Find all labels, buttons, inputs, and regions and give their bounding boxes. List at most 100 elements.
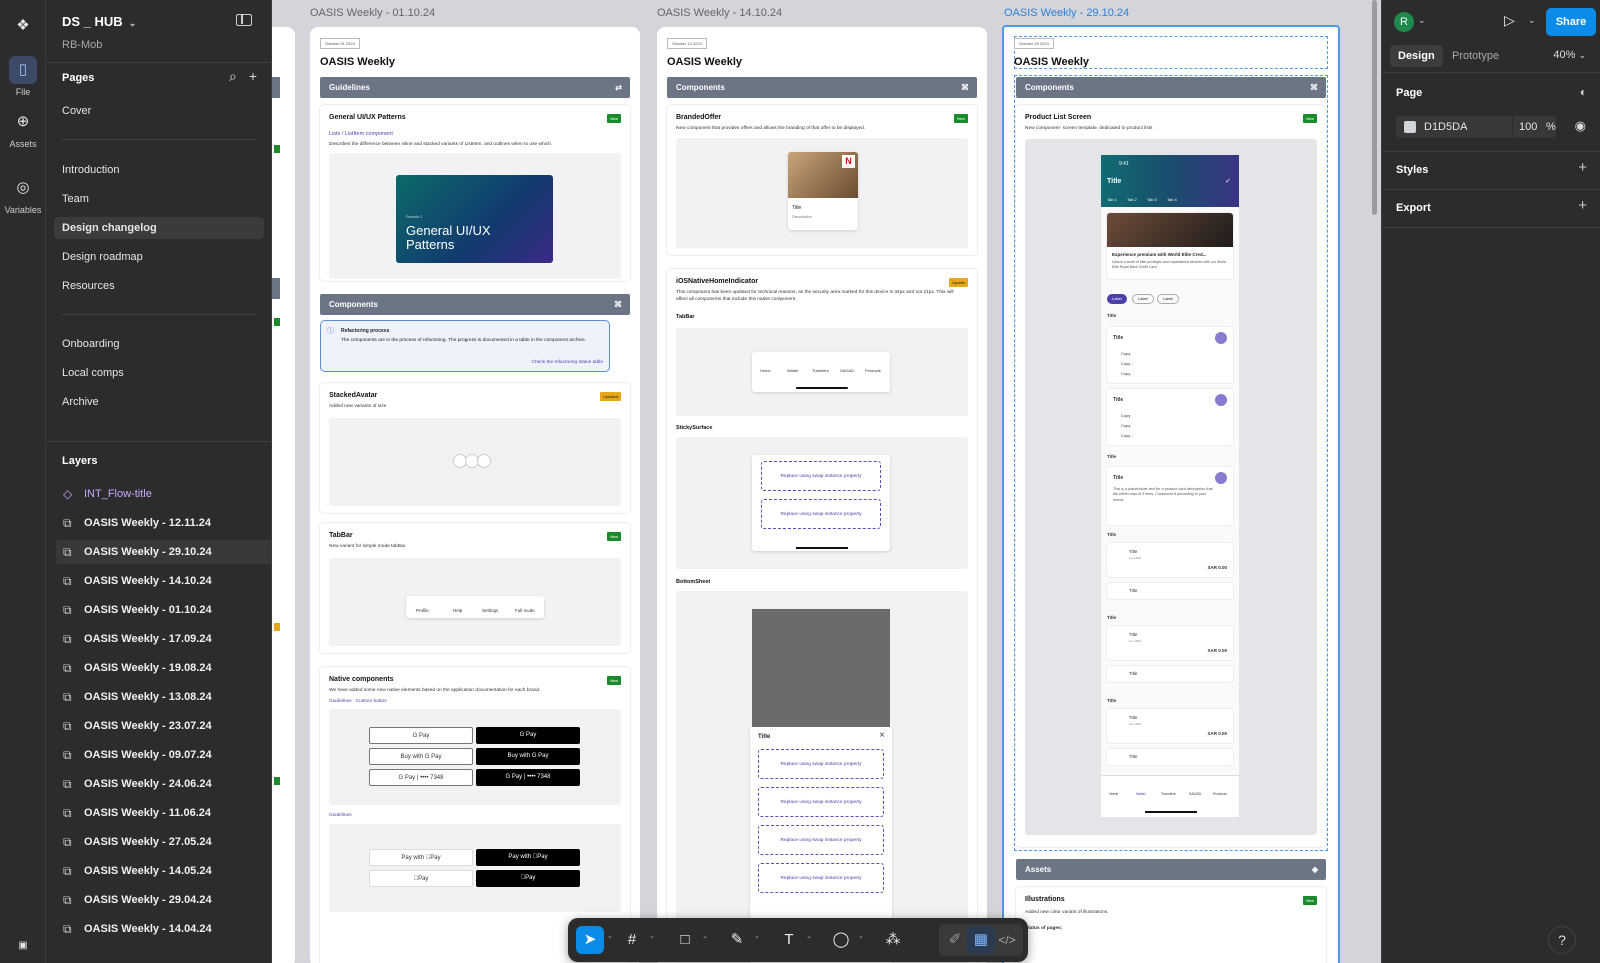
add-style-icon[interactable]: + [1578, 159, 1587, 176]
bottom-toolbar: ➤ ⌄ # ⌄ □ ⌄ ✎ ⌄ T ⌄ ◯ ⌄ ⁂ ✐ ▦ </> [568, 918, 1028, 962]
chevron-down-icon[interactable]: ⌄ [1418, 15, 1426, 26]
add-export-icon[interactable]: + [1578, 197, 1587, 214]
present-icon[interactable]: ▷ [1504, 12, 1515, 29]
comment-tool-icon[interactable]: ◯ [827, 926, 855, 954]
vertical-scrollbar[interactable] [1372, 0, 1377, 215]
card-link[interactable]: Lists / ListItem component [329, 131, 619, 139]
account-amount: SAR 0.00 [1207, 731, 1227, 736]
layer-item[interactable]: ⧉ OASIS Weekly - 14.10.24 [56, 569, 271, 593]
rail-file-button[interactable]: ▯ File [0, 56, 46, 97]
chevron-down-icon[interactable]: ⌄ [702, 932, 708, 940]
frame-title[interactable]: OASIS Weekly - 14.10.24 [657, 7, 782, 19]
page-item-introduction[interactable]: Introduction [54, 159, 264, 181]
account-amount: SAR 0.00 [1207, 565, 1227, 570]
styles-icon[interactable]: ◐ [1580, 85, 1587, 99]
frame-title[interactable]: OASIS Weekly - 01.10.24 [310, 7, 435, 19]
frame-title-selected[interactable]: OASIS Weekly - 29.10.24 [1004, 7, 1129, 19]
file-name-button[interactable]: DS _ HUB ⌄ [62, 14, 136, 29]
color-swatch[interactable] [1404, 121, 1416, 133]
phone-preview: 9:41 Title ✓ Tab 1 Tab 2 Tab 3 Tab 4 Exp… [1025, 139, 1317, 835]
chevron-down-icon[interactable]: ⌄ [1528, 15, 1536, 26]
tab-prototype[interactable]: Prototype [1444, 45, 1507, 67]
layer-item[interactable]: ⧉ OASIS Weekly - 13.08.24 [56, 685, 271, 709]
chevron-down-icon[interactable]: ⌄ [858, 932, 864, 940]
fill-hex[interactable]: D1D5DA [1424, 116, 1467, 138]
applepay-button: Pay with Pay [369, 849, 473, 866]
fill-opacity[interactable]: 100 [1512, 116, 1537, 138]
layer-item[interactable]: ⧉ OASIS Weekly - 19.08.24 [56, 656, 271, 680]
frame-oasis-14-10-24[interactable]: October 14 2024 OASIS Weekly Components ⌘… [657, 27, 987, 963]
native-tabbar: Home Wallet Transfers SADAD Products [752, 352, 890, 392]
section-title: Title [1107, 615, 1117, 620]
page-item-cover[interactable]: Cover [54, 100, 264, 122]
chevron-down-icon[interactable]: ⌄ [607, 932, 613, 940]
layer-item[interactable]: ⧉ OASIS Weekly - 29.04.24 [56, 888, 271, 912]
actions-tool-icon[interactable]: ⁂ [879, 926, 907, 954]
draw-mode-icon[interactable]: ✐ [941, 926, 969, 954]
tab-design[interactable]: Design [1390, 45, 1443, 67]
layer-item[interactable]: ⧉ OASIS Weekly - 24.06.24 [56, 772, 271, 796]
page-item-local-comps[interactable]: Local comps [54, 362, 264, 384]
layer-item[interactable]: ⧉ OASIS Weekly - 23.07.24 [56, 714, 271, 738]
layer-item[interactable]: ⧉ OASIS Weekly - 09.07.24 [56, 743, 271, 767]
layer-item[interactable]: ⧉ OASIS Weekly - 17.09.24 [56, 627, 271, 651]
page-item-archive[interactable]: Archive [54, 391, 264, 413]
layer-item[interactable]: ⧉ OASIS Weekly - 12.11.24 [56, 511, 271, 535]
link-custom-button[interactable]: Custom button [356, 699, 387, 704]
info-link[interactable]: Check the refactoring status table [532, 360, 603, 365]
page-item-team[interactable]: Team [54, 188, 264, 210]
zoom-menu[interactable]: 40% ⌄ [1553, 49, 1586, 61]
layer-item-selected[interactable]: ⧉ OASIS Weekly - 29.10.24 [56, 540, 271, 564]
card-desc: New component- screen template, dedicate… [1025, 126, 1153, 131]
eye-icon[interactable]: ◉ [1575, 118, 1586, 134]
page-fill-field[interactable]: D1D5DA 100 % [1396, 116, 1556, 138]
divider [46, 62, 271, 63]
chevron-down-icon[interactable]: ⌄ [649, 932, 655, 940]
tab-label: Profile [416, 608, 429, 613]
layer-item[interactable]: ⧉ OASIS Weekly - 14.04.24 [56, 917, 271, 941]
rectangle-tool-icon[interactable]: □ [671, 926, 699, 954]
layer-item[interactable]: ⧉ OASIS Weekly - 11.06.24 [56, 801, 271, 825]
rail-ai-button[interactable]: ▣ [0, 932, 46, 963]
canvas[interactable]: OASIS Weekly - 01.10.24 October 01 2024 … [272, 0, 1381, 963]
layer-item[interactable]: ⧉ OASIS Weekly - 01.10.24 [56, 598, 271, 622]
cover-small: Formula 3 [406, 215, 422, 219]
layer-item[interactable]: ⧉ OASIS Weekly - 27.05.24 [56, 830, 271, 854]
page-item-resources[interactable]: Resources [54, 275, 264, 297]
link-guidelines-2[interactable]: Guidelines [329, 813, 619, 820]
design-mode-icon[interactable]: ▦ [967, 926, 995, 954]
page-item-design-changelog[interactable]: Design changelog [54, 217, 264, 239]
help-button[interactable]: ? [1548, 926, 1576, 954]
phone-screen: 9:41 Title ✓ Tab 1 Tab 2 Tab 3 Tab 4 Exp… [1101, 155, 1239, 817]
pen-tool-icon[interactable]: ✎ [723, 926, 751, 954]
dev-mode-icon[interactable]: </> [993, 926, 1021, 954]
share-button[interactable]: Share [1546, 8, 1596, 36]
sticky-title: StickySurface [676, 425, 713, 431]
toggle-sidebar-icon[interactable] [236, 14, 252, 26]
chevron-down-icon[interactable]: ⌄ [806, 932, 812, 940]
link-guidelines[interactable]: Guidelines [329, 699, 352, 704]
text-tool-icon[interactable]: T [775, 926, 803, 954]
chevron-down-icon[interactable]: ⌄ [754, 932, 760, 940]
page-item-design-roadmap[interactable]: Design roadmap [54, 246, 264, 268]
search-icon[interactable]: ⌕ [229, 68, 237, 84]
partial-frame[interactable] [272, 27, 295, 963]
card-links: Guidelines Custom button [329, 699, 619, 706]
export-section: Export + [1382, 190, 1600, 228]
close-icon[interactable]: × [879, 730, 885, 741]
frame-tool-icon[interactable]: # [618, 926, 646, 954]
page-item-onboarding[interactable]: Onboarding [54, 333, 264, 355]
layer-item[interactable]: ⧉ OASIS Weekly - 14.05.24 [56, 859, 271, 883]
export-header: Export [1396, 202, 1431, 214]
rail-variables-button[interactable]: ◎ Variables [0, 174, 46, 215]
user-avatar[interactable]: R [1394, 12, 1414, 32]
frame-oasis-29-10-24[interactable]: October 29 2024 OASIS Weekly Components ⌘… [1002, 25, 1340, 963]
rail-assets-button[interactable]: ⊕ Assets [0, 108, 46, 149]
frame-oasis-01-10-24[interactable]: October 01 2024 OASIS Weekly Guidelines ⇄… [310, 27, 640, 963]
add-page-icon[interactable]: + [249, 68, 257, 84]
move-tool-icon[interactable]: ➤ [576, 926, 604, 954]
layer-label: INT_Flow-title [84, 488, 152, 500]
collapse-icon: ⇄ [615, 83, 622, 92]
figma-menu-button[interactable]: ❖ [0, 12, 46, 43]
layer-item[interactable]: ◇ INT_Flow-title [56, 482, 271, 506]
